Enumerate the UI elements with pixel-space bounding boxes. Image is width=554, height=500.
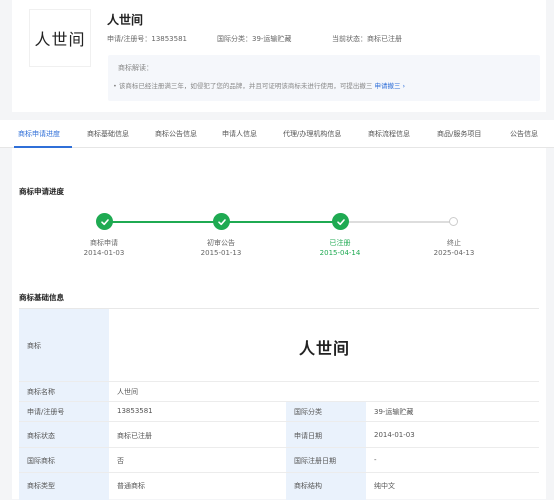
tab-basic-info[interactable]: 商标基础信息 [87,129,129,139]
notice-body: • 该商标已经注册满三年，如侵犯了您的品牌，并且可证明该商标未进行使用，可提出撤… [113,80,405,90]
field-label: 国际分类 [294,408,322,416]
trademark-header-card: 人世间 人世间 申请/注册号：13853581 国际分类：39-运输贮藏 当前状… [12,0,546,112]
tab-notice-info[interactable]: 公告信息 [510,129,538,139]
step-date: 2025-04-13 [433,249,475,257]
status-value: 商标已注册 [367,35,402,43]
field-value: 普通商标 [117,482,145,490]
field-label: 国际商标 [27,457,55,465]
detail-tabs: 商标申请进度 商标基础信息 商标公告信息 申请人信息 代理/办理机构信息 商标流… [0,120,554,148]
reg-no-value: 13853581 [151,35,187,43]
reg-no-label: 申请/注册号： [107,35,152,43]
step-label: 已注册 [329,239,351,247]
step-label: 商标申请 [90,239,118,247]
step-date: 2015-01-13 [200,249,242,257]
reg-no-field: 申请/注册号：13853581 [107,34,187,44]
notice-text: • 该商标已经注册满三年，如侵犯了您的品牌，并且可证明该商标未进行使用，可提出撤… [113,82,373,90]
row-divider [19,381,539,382]
trademark-image: 人世间 [299,339,351,358]
notice-title: 商标解读： [118,64,153,72]
field-label: 商标名称 [27,388,55,396]
tab-applicant-info[interactable]: 申请人信息 [222,129,257,139]
step-label: 终止 [447,239,461,247]
step-label: 初审公告 [207,239,235,247]
step-pending-circle-icon [449,217,458,226]
mark-label: 商标 [27,342,41,350]
field-label: 申请日期 [294,432,322,440]
check-icon [96,213,113,230]
check-icon [213,213,230,230]
trademark-logo-text: 人世间 [34,30,86,49]
intl-class-label: 国际分类： [217,35,252,43]
tab-agency-info[interactable]: 代理/办理机构信息 [283,129,341,139]
progress-section-title: 商标申请进度 [19,187,64,196]
field-label: 商标状态 [27,432,55,440]
field-value: 商标已注册 [117,432,152,440]
apply-revoke-link[interactable]: 申请撤三 › [374,82,405,90]
progress-line-pending [341,221,453,223]
tab-application-progress[interactable]: 商标申请进度 [18,129,60,139]
tab-goods-services[interactable]: 商品/服务项目 [437,129,481,139]
field-value: 人世间 [117,388,138,396]
status-label: 当前状态： [332,35,367,43]
row-divider [19,472,539,473]
field-label: 国际注册日期 [294,457,336,465]
field-value: 2014-01-03 [374,431,415,439]
row-divider [19,447,539,448]
trademark-title: 人世间 [107,13,144,27]
row-divider [19,421,539,422]
basic-info-table: 商标 人世间 商标名称 人世间 申请/注册号 13853581 国际分类 39-… [19,308,539,500]
trademark-notice: 商标解读： • 该商标已经注册满三年，如侵犯了您的品牌，并且可证明该商标未进行使… [108,55,540,101]
step-date: 2014-01-03 [83,249,125,257]
field-value: - [374,456,377,464]
field-label: 商标结构 [294,482,322,490]
status-field: 当前状态：商标已注册 [332,34,402,44]
basic-info-section-title: 商标基础信息 [19,293,64,302]
field-value: 纯中文 [374,482,395,490]
tab-process-info[interactable]: 商标流程信息 [368,129,410,139]
field-value: 39-运输贮藏 [374,408,414,416]
step-date: 2015-04-14 [319,249,361,257]
field-value: 否 [117,457,124,465]
field-value: 13853581 [117,407,153,415]
check-icon [332,213,349,230]
field-label: 商标类型 [27,482,55,490]
field-label: 申请/注册号 [27,408,65,416]
row-divider [19,401,539,402]
intl-class-field: 国际分类：39-运输贮藏 [217,34,291,44]
main-content: 商标申请进度 商标申请 2014-01-03 初审公告 2015-01-13 已… [12,148,546,500]
intl-class-value: 39-运输贮藏 [252,35,292,43]
trademark-logo: 人世间 [29,9,91,67]
tab-announcement-info[interactable]: 商标公告信息 [155,129,197,139]
